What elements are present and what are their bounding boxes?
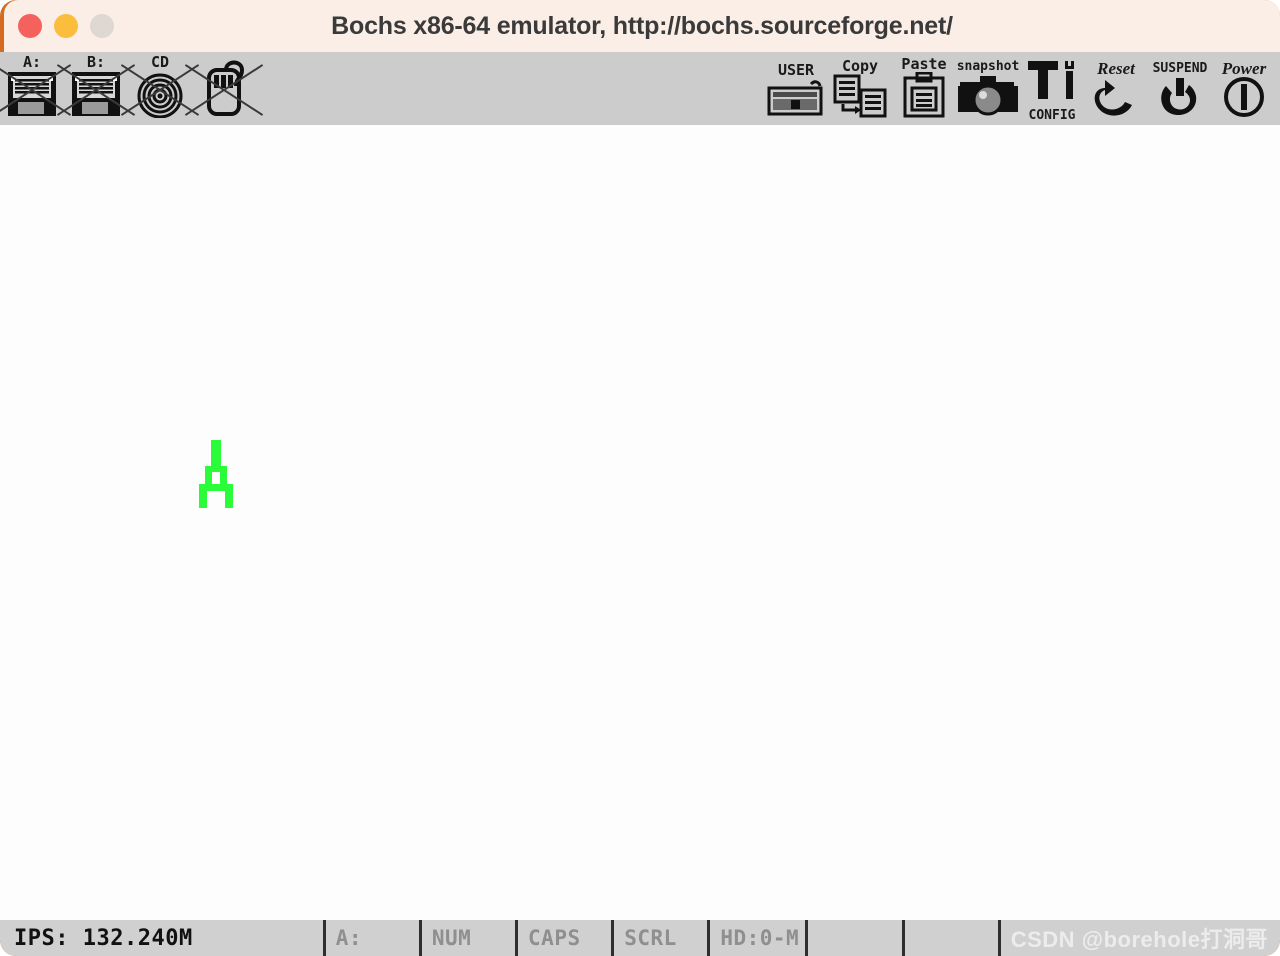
minimize-button[interactable] xyxy=(54,14,78,38)
toolbar-left-group: A: B: CD xyxy=(0,52,256,125)
power-label: Power xyxy=(1221,59,1267,78)
paste-label: Paste xyxy=(901,55,947,73)
toolbar-button-floppy-a[interactable]: A: xyxy=(0,52,64,125)
status-ips: IPS: 132.240M xyxy=(0,920,326,956)
copy-label: Copy xyxy=(841,57,879,75)
traffic-light-group xyxy=(18,14,114,38)
close-button[interactable] xyxy=(18,14,42,38)
paste-icon xyxy=(897,71,951,123)
cdrom-label: CD xyxy=(150,53,170,71)
reset-arrow-icon xyxy=(1091,76,1141,123)
config-label: CONFIG xyxy=(1028,108,1076,123)
power-circle-icon xyxy=(1220,76,1268,123)
mouse-icon xyxy=(196,56,252,123)
suspend-label: SUSPEND xyxy=(1152,61,1208,76)
status-cell-watermark: CSDN @borehole打洞哥 xyxy=(1001,920,1280,956)
toolbar-button-suspend[interactable]: SUSPEND xyxy=(1148,52,1212,125)
zoom-button[interactable] xyxy=(90,14,114,38)
status-indicator-hd: HD:0-M xyxy=(710,920,809,956)
floppy-disk-icon xyxy=(4,70,60,123)
status-indicator-caps: CAPS xyxy=(518,920,615,956)
floppy-b-label: B: xyxy=(86,53,106,71)
toolbar-button-snapshot[interactable]: snapshot xyxy=(956,52,1020,125)
toolbar-button-cdrom[interactable]: CD xyxy=(128,52,192,125)
tools-icon xyxy=(1024,57,1080,108)
status-indicator-num: NUM xyxy=(422,920,519,956)
emulator-toolbar: A: B: CD USER Copy Paste snapshot CONFIG… xyxy=(0,52,1280,125)
user-label: USER xyxy=(777,61,815,79)
toolbar-right-group: USER Copy Paste snapshot CONFIG Reset SU… xyxy=(764,52,1276,125)
suspend-power-icon xyxy=(1156,76,1204,123)
status-cell-blank-1 xyxy=(808,920,905,956)
toolbar-button-reset[interactable]: Reset xyxy=(1084,52,1148,125)
toolbar-button-copy[interactable]: Copy xyxy=(828,52,892,125)
status-indicator-floppy-a: A: xyxy=(326,920,422,956)
cdrom-icon xyxy=(132,70,188,123)
toolbar-button-user[interactable]: USER xyxy=(764,52,828,125)
toolbar-button-config[interactable]: CONFIG xyxy=(1020,52,1084,125)
camera-icon xyxy=(956,74,1020,123)
titlebar: Bochs x86-64 emulator, http://bochs.sour… xyxy=(4,0,1280,52)
toolbar-button-paste[interactable]: Paste xyxy=(892,52,956,125)
window-title: Bochs x86-64 emulator, http://bochs.sour… xyxy=(331,11,953,40)
status-cell-blank-2 xyxy=(905,920,1001,956)
toolbar-button-mouse[interactable] xyxy=(192,52,256,125)
floppy-disk-icon xyxy=(68,70,124,123)
bochs-window: Bochs x86-64 emulator, http://bochs.sour… xyxy=(0,0,1280,956)
status-bar: IPS: 132.240M A: NUM CAPS SCRL HD:0-M CS… xyxy=(0,920,1280,956)
emulator-screen[interactable] xyxy=(0,125,1280,920)
toolbar-button-floppy-b[interactable]: B: xyxy=(64,52,128,125)
copy-icon xyxy=(831,74,889,123)
toolbar-button-power[interactable]: Power xyxy=(1212,52,1276,125)
floppy-a-label: A: xyxy=(22,53,42,71)
keyboard-icon xyxy=(765,78,827,123)
csdn-watermark: CSDN @borehole打洞哥 xyxy=(1010,927,1269,952)
status-indicator-scrl: SCRL xyxy=(614,920,711,956)
reset-label: Reset xyxy=(1097,59,1135,78)
snapshot-label: snapshot xyxy=(956,59,1020,74)
green-tower-glyph xyxy=(198,440,234,513)
